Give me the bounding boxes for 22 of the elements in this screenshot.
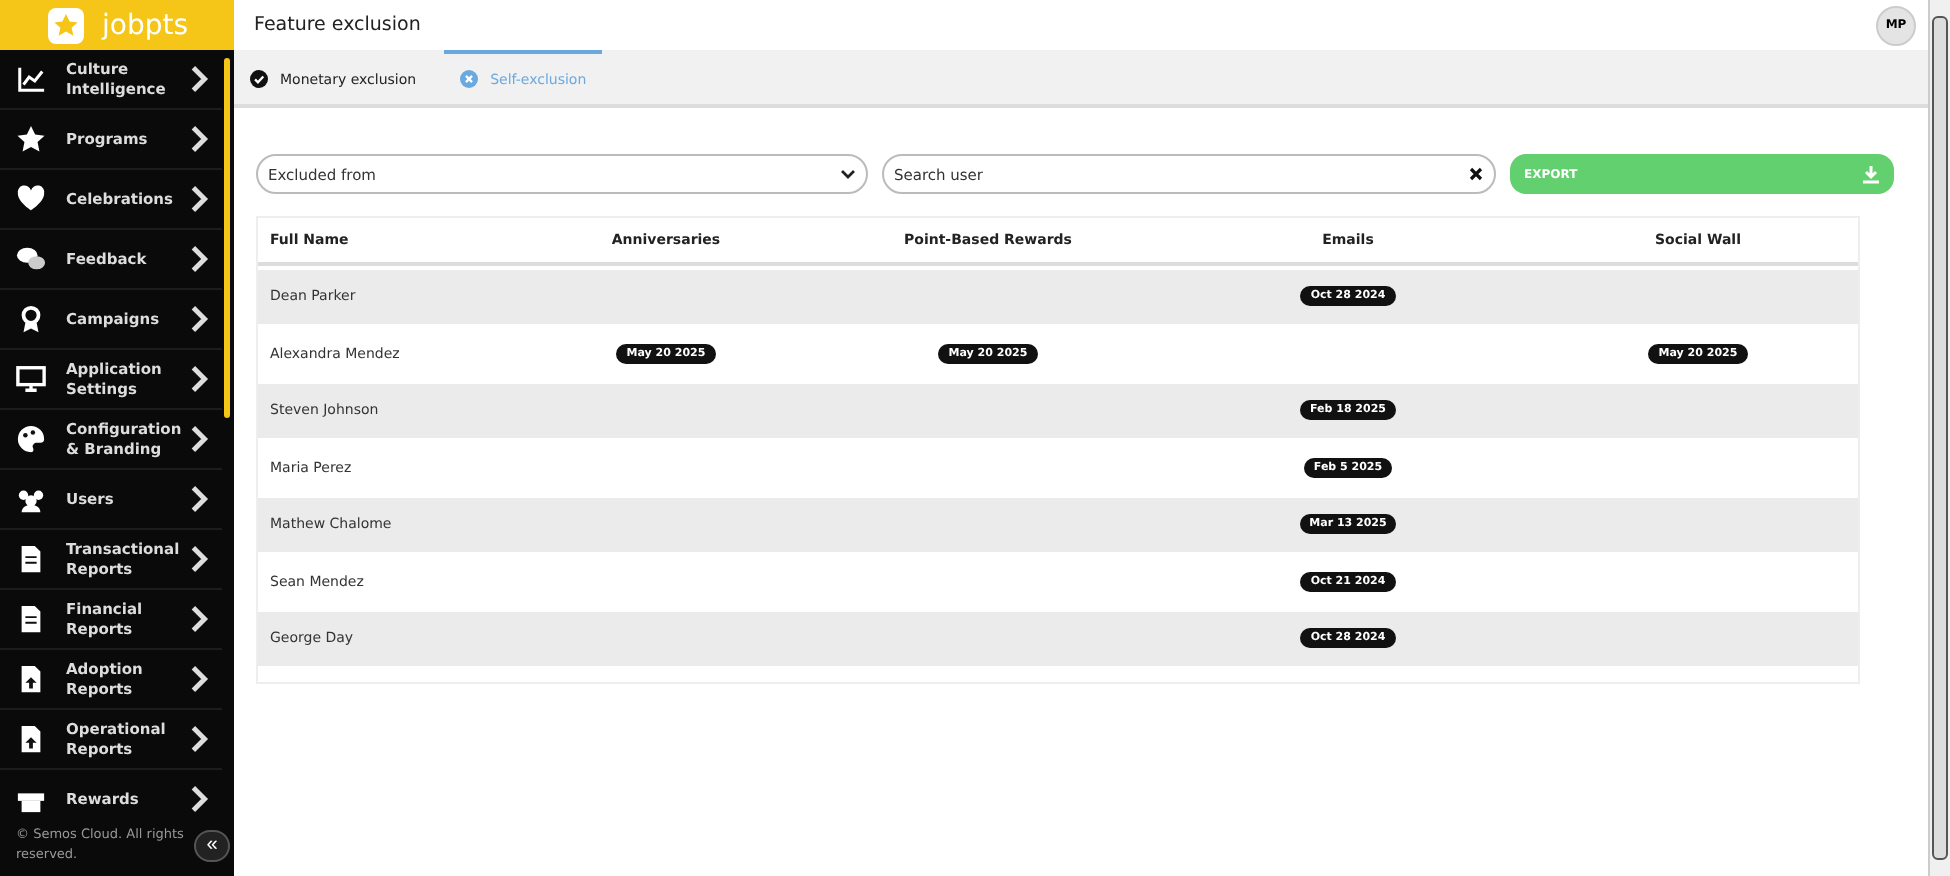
chat-icon <box>16 244 46 274</box>
check-circle-icon <box>250 70 268 88</box>
star-logo-icon <box>45 5 86 45</box>
clear-icon[interactable] <box>1468 166 1484 182</box>
star-icon <box>16 124 46 154</box>
doc-icon <box>16 604 46 634</box>
award-icon <box>16 304 46 334</box>
logo-text: jobpts <box>101 9 188 41</box>
heart-icon <box>16 184 46 214</box>
scrollbar-thumb[interactable] <box>224 58 230 418</box>
page-title: Feature exclusion <box>254 14 421 36</box>
upload-icon <box>16 664 46 694</box>
chart-icon <box>16 64 46 94</box>
doc-icon <box>16 544 46 574</box>
monitor-icon <box>16 364 46 394</box>
download-icon <box>1862 165 1880 183</box>
collapse-button[interactable]: « <box>194 830 230 862</box>
chevron-down-icon <box>840 166 856 182</box>
x-circle-icon <box>460 70 479 88</box>
scrollbar[interactable] <box>1928 0 1950 876</box>
palette-icon <box>16 424 46 454</box>
upload-icon <box>16 724 46 754</box>
